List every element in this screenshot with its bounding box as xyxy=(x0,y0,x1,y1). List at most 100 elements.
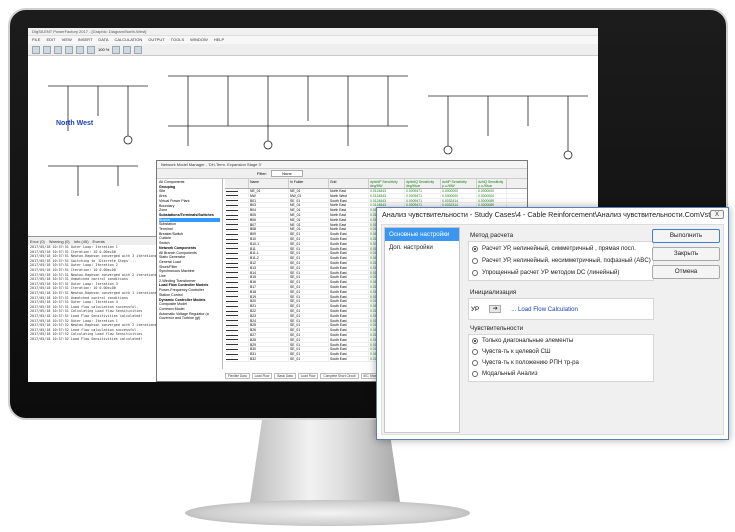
table-cell: NE_01 xyxy=(249,189,289,193)
table-cell: B03 xyxy=(249,203,289,208)
method-option-dc[interactable]: Упрощенный расчет УР методом DC (линейны… xyxy=(472,269,619,276)
table-cell: 0.0009471 xyxy=(405,189,441,193)
column-header[interactable] xyxy=(225,179,249,188)
tab-info[interactable]: Info (45) xyxy=(74,239,89,244)
load-flow-link[interactable]: ... Load Flow Calculation xyxy=(511,306,578,313)
menu-item[interactable]: DATA xyxy=(98,36,108,44)
nmm-tab[interactable]: Complete Short Circuit xyxy=(320,373,359,379)
sens-option-target-bus[interactable]: Чувств-ть к целевой СШ xyxy=(472,348,551,355)
nmm-tab[interactable]: Load Flow xyxy=(251,373,273,379)
method-group-label: Метод расчета xyxy=(470,232,514,239)
filter-select[interactable]: None xyxy=(271,170,303,177)
busbar-icon xyxy=(225,308,249,313)
column-header[interactable]: Grid xyxy=(329,179,369,188)
tab-events[interactable]: Events xyxy=(93,239,105,244)
table-cell: B17 xyxy=(249,284,289,289)
table-cell: B21 xyxy=(249,304,289,308)
table-cell: SE_01 xyxy=(289,347,329,352)
init-group-label: Инициализация xyxy=(470,289,517,296)
radio-selected-icon[interactable] xyxy=(472,245,478,252)
table-cell: South East xyxy=(329,198,369,203)
table-cell: North East xyxy=(329,208,369,212)
nmm-tab[interactable]: Flexible Data xyxy=(225,373,250,379)
close-button[interactable]: Закрыть xyxy=(652,247,720,261)
nav-basic-options[interactable]: Основные настройки xyxy=(385,228,459,241)
table-cell: B23 xyxy=(249,313,289,318)
busbar-icon xyxy=(225,246,249,251)
menu-item[interactable]: FILE xyxy=(32,36,40,44)
radio-icon[interactable] xyxy=(472,269,478,276)
arrow-right-icon[interactable]: ➔ xyxy=(489,305,502,313)
menu-item[interactable]: OUTPUT xyxy=(148,36,164,44)
toolbar-button[interactable] xyxy=(54,46,62,54)
busbar-icon xyxy=(225,275,249,280)
busbar-icon xyxy=(225,352,249,356)
busbar-icon xyxy=(225,328,249,332)
table-cell: SE_01 xyxy=(289,232,329,236)
zoom-level[interactable]: 100 % xyxy=(98,46,109,53)
sens-option-label: Чувств-ть к целевой СШ xyxy=(482,348,551,355)
component-tree[interactable]: All Components Grouping Site Area Virtual Po… xyxy=(157,179,223,369)
close-icon[interactable]: X xyxy=(710,210,724,219)
radio-icon[interactable] xyxy=(472,359,478,366)
radio-icon[interactable] xyxy=(472,370,478,377)
sens-option-modal[interactable]: Модальный Анализ xyxy=(472,370,538,377)
column-header[interactable]: dv/dQ Sensitivity p.u./Mvar xyxy=(477,179,507,188)
table-cell: South East xyxy=(329,289,369,294)
toolbar-button[interactable] xyxy=(134,46,143,54)
sens-option-tap[interactable]: Чувств-ть к положению РПН тр-ра xyxy=(472,359,579,366)
menu-item[interactable]: CALCULATION xyxy=(115,36,143,44)
toolbar-button[interactable] xyxy=(112,46,121,54)
toolbar-button[interactable] xyxy=(87,46,95,54)
radio-icon[interactable] xyxy=(472,348,478,355)
sens-option-diagonal[interactable]: Только диагональные элементы xyxy=(472,337,573,344)
nav-advanced-options[interactable]: Доп. настройки xyxy=(385,241,459,254)
menu-item[interactable]: VIEW xyxy=(62,36,72,44)
menu-item[interactable]: HELP xyxy=(214,36,224,44)
tree-item[interactable]: Substations/Terminals/Switches xyxy=(159,213,220,218)
table-cell: SE_01 xyxy=(289,308,329,313)
toolbar-button[interactable] xyxy=(65,46,73,54)
execute-button[interactable]: Выполнить xyxy=(652,229,720,243)
menu-item[interactable]: INSERT xyxy=(78,36,93,44)
tab-errors[interactable]: Error (0) xyxy=(30,239,45,244)
menu-item[interactable]: WINDOW xyxy=(190,36,208,44)
nmm-tab[interactable]: Basic Data xyxy=(274,373,296,379)
busbar-icon xyxy=(225,265,249,270)
column-header[interactable]: dv/dP Sensitivity p.u./MW xyxy=(441,179,477,188)
toolbar-button[interactable] xyxy=(32,46,40,54)
tab-warnings[interactable]: Warning (0) xyxy=(49,239,70,244)
table-cell: SE_01 xyxy=(289,328,329,332)
cancel-button[interactable]: Отмена xyxy=(652,265,720,279)
menu-item[interactable]: EDIT xyxy=(46,36,55,44)
menu-item[interactable]: TOOLS xyxy=(171,36,185,44)
tree-item[interactable]: Governor and Turbine (gt) xyxy=(159,316,220,321)
method-option-balanced[interactable]: Расчет УР, нелинейный, симметричный , пр… xyxy=(472,245,636,252)
nmm-tab[interactable]: Load Flow xyxy=(297,373,319,379)
busbar-icon xyxy=(225,189,249,193)
table-cell: South East xyxy=(329,232,369,236)
table-cell: South East xyxy=(329,347,369,352)
busbar-icon xyxy=(225,227,249,232)
method-option-unbalanced[interactable]: Расчет УР, нелинейный, несимметричный, п… xyxy=(472,257,651,264)
column-header[interactable]: In Folder xyxy=(289,179,329,188)
column-header[interactable]: dphi/dP Sensitivity deg/MW xyxy=(369,179,405,188)
toolbar-button[interactable] xyxy=(43,46,51,54)
busbar-icon xyxy=(225,284,249,289)
busbar-icon xyxy=(225,342,249,347)
toolbar-button[interactable] xyxy=(123,46,132,54)
busbar-icon xyxy=(225,332,249,337)
radio-selected-icon[interactable] xyxy=(472,337,478,344)
column-header[interactable]: Name xyxy=(249,179,289,188)
log-line: 2017/05/18 10:57:51 Newton-Raphson conve… xyxy=(30,290,158,295)
table-cell: B06 xyxy=(249,217,289,222)
table-cell: SE_01 xyxy=(289,198,329,203)
table-cell: B31 xyxy=(249,352,289,356)
toolbar-button[interactable] xyxy=(76,46,84,54)
table-cell: 0.0000000 xyxy=(441,189,477,193)
busbar-icon xyxy=(225,217,249,222)
column-header[interactable]: dphi/dQ Sensitivity deg/Mvar xyxy=(405,179,441,188)
table-cell: B11 xyxy=(249,246,289,251)
radio-icon[interactable] xyxy=(472,257,478,264)
table-cell: 0.0009471 xyxy=(405,198,441,203)
